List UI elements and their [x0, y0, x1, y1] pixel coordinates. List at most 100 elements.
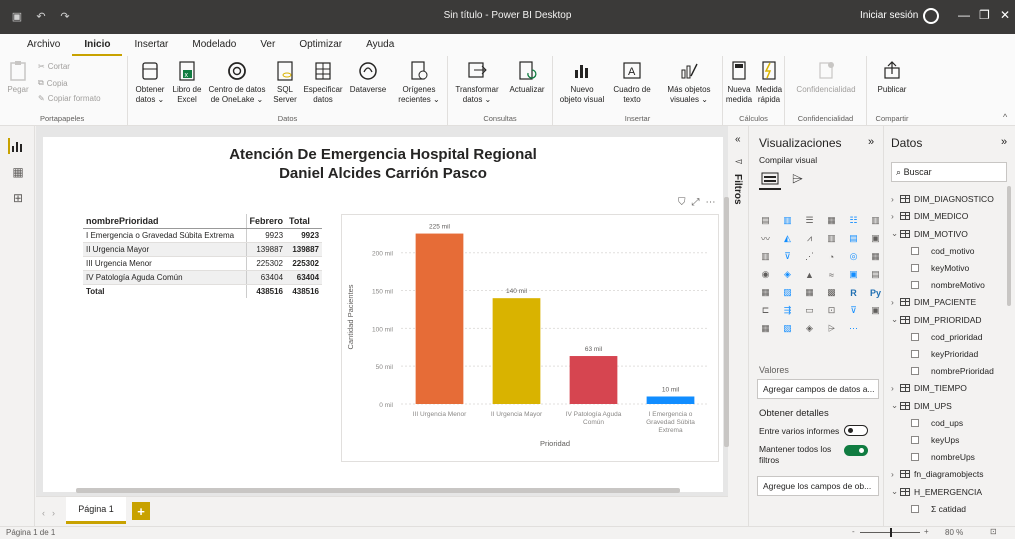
table-visual-icon[interactable]: ▩	[823, 285, 840, 300]
more-options-icon[interactable]: ⋯	[706, 197, 716, 208]
table-row[interactable]: IV Patología Aguda Común 63404 63404	[83, 270, 323, 285]
canvas-horizontal-scrollbar[interactable]	[76, 488, 680, 493]
mas-objetos-visuales-button[interactable]: Más objetos visuales ⌄	[659, 60, 719, 105]
fit-page-icon[interactable]: ⊡	[990, 527, 997, 536]
zoom-out-icon[interactable]: -	[852, 527, 855, 536]
collapse-ribbon-icon[interactable]: ^	[1003, 112, 1007, 122]
funnel-visual-icon[interactable]: ⊽	[779, 249, 796, 264]
libro-excel-button[interactable]: x Libro de Excel	[170, 60, 204, 105]
medida-rapida-button[interactable]: Medida rápida	[755, 60, 783, 105]
values-field-well[interactable]: Agregar campos de datos a...	[757, 379, 879, 399]
chevron-down-icon[interactable]: ⌄	[891, 314, 898, 325]
collapse-data-icon[interactable]: »	[1001, 136, 1007, 148]
azure-map-visual-icon[interactable]: ▲	[801, 267, 818, 282]
chevron-right-icon[interactable]: ›	[891, 469, 898, 479]
cortar-button[interactable]: ✂ Cortar	[38, 62, 70, 71]
donut-visual-icon[interactable]: ◎	[845, 249, 862, 264]
clustered-column-visual-icon[interactable]: ▦	[823, 213, 840, 228]
actualizar-button[interactable]: Actualizar	[504, 60, 550, 95]
table-node[interactable]: › fn_diagramobjects	[891, 469, 983, 479]
field-node[interactable]: Σ catidad	[911, 504, 966, 514]
origenes-recientes-button[interactable]: Orígenes recientes ⌄	[394, 60, 444, 105]
format-visual-tab[interactable]: ⌲	[792, 170, 803, 187]
onelake-button[interactable]: Centro de datos de OneLake ⌄	[208, 60, 266, 105]
tab-ver[interactable]: Ver	[248, 34, 287, 56]
field-checkbox[interactable]	[911, 332, 919, 341]
tab-archivo[interactable]: Archivo	[15, 34, 72, 56]
stacked-area-visual-icon[interactable]: ⩘	[801, 231, 818, 246]
chevron-right-icon[interactable]: ›	[891, 194, 898, 204]
add-page-button[interactable]: +	[132, 502, 150, 520]
tab-ayuda[interactable]: Ayuda	[354, 34, 406, 56]
field-node[interactable]: nombrePrioridad	[911, 366, 994, 376]
filters-pane-collapsed[interactable]: « ◅ Filtros	[729, 126, 749, 526]
obtener-datos-button[interactable]: Obtener datos ⌄	[133, 60, 167, 105]
field-node[interactable]: cod_prioridad	[911, 332, 983, 342]
zoom-in-icon[interactable]: +	[924, 527, 929, 536]
field-checkbox[interactable]	[911, 435, 919, 444]
field-node[interactable]: keyUps	[911, 435, 959, 445]
field-checkbox[interactable]	[911, 349, 919, 358]
dataverse-button[interactable]: Dataverse	[346, 60, 390, 95]
restore-icon[interactable]: ❐	[979, 8, 990, 22]
chevron-down-icon[interactable]: ⌄	[891, 400, 898, 411]
close-icon[interactable]: ✕	[1000, 8, 1010, 22]
data-scrollbar[interactable]	[1007, 186, 1011, 306]
clustered-bar-visual-icon[interactable]: ☰	[801, 213, 818, 228]
sql-server-button[interactable]: SQL Server	[270, 60, 300, 105]
gauge-visual-icon[interactable]: ▣	[845, 267, 862, 282]
matrix-header[interactable]: Febrero	[246, 214, 287, 229]
100-bar-visual-icon[interactable]: ☷	[845, 213, 862, 228]
especificar-datos-button[interactable]: Especificar datos	[303, 60, 343, 105]
report-page[interactable]: Atención De Emergencia Hospital Regional…	[43, 137, 729, 492]
table-node[interactable]: ⌄ DIM_UPS	[891, 400, 952, 411]
decomposition-visual-icon[interactable]: ⇶	[779, 303, 796, 318]
keep-filters-toggle[interactable]	[844, 445, 868, 456]
table-node[interactable]: ⌄ DIM_MOTIVO	[891, 228, 968, 239]
key-influencers-visual-icon[interactable]: ⊏	[757, 303, 774, 318]
data-search-input[interactable]: ⌕ Buscar	[891, 162, 1007, 182]
tab-insertar[interactable]: Insertar	[122, 34, 180, 56]
tab-optimizar[interactable]: Optimizar	[287, 34, 354, 56]
field-checkbox[interactable]	[911, 367, 919, 375]
multi-card-visual-icon[interactable]: ▦	[757, 285, 774, 300]
field-node[interactable]: cod_motivo	[911, 246, 974, 256]
chevron-right-icon[interactable]: ›	[891, 297, 898, 307]
chevron-right-icon[interactable]: ›	[891, 211, 898, 221]
field-node[interactable]: nombreMotivo	[911, 280, 985, 290]
bar-chart[interactable]: 0 mil 50 mil 100 mil 150 mil 200 mil Cantidad…	[341, 214, 719, 462]
table-node[interactable]: › DIM_DIAGNOSTICO	[891, 194, 994, 204]
field-node[interactable]: nombreUps	[911, 452, 975, 462]
chevron-down-icon[interactable]: ⌄	[891, 486, 898, 497]
ribbon-visual-icon[interactable]: ▣	[867, 231, 884, 246]
area-visual-icon[interactable]: ◭	[779, 231, 796, 246]
card-visual-icon[interactable]: ▤	[867, 267, 884, 282]
qa-visual-icon[interactable]: ▭	[801, 303, 818, 318]
table-node[interactable]: ⌄ H_EMERGENCIA	[891, 486, 982, 497]
avatar-icon[interactable]	[923, 8, 939, 24]
nuevo-objeto-visual-button[interactable]: Nuevo objeto visual	[559, 60, 605, 105]
cross-report-toggle[interactable]	[844, 425, 868, 436]
table-row[interactable]: I Emergencia o Gravedad Súbita Extrema 9…	[83, 228, 323, 243]
tab-modelado[interactable]: Modelado	[180, 34, 248, 56]
scatter-visual-icon[interactable]: ⋰	[801, 249, 818, 264]
field-checkbox[interactable]	[911, 263, 919, 272]
stacked-column-visual-icon[interactable]: ▥	[779, 213, 796, 228]
model-view-icon[interactable]: ⊞	[10, 190, 26, 206]
field-checkbox[interactable]	[911, 453, 919, 461]
filled-map-visual-icon[interactable]: ◈	[779, 267, 796, 282]
pie-visual-icon[interactable]: ◔	[823, 249, 840, 264]
build-visual-tab[interactable]	[759, 168, 781, 190]
field-node[interactable]: cod_ups	[911, 418, 963, 428]
slicer-visual-icon[interactable]: ▦	[801, 285, 818, 300]
table-view-icon[interactable]: ▦	[10, 164, 26, 180]
transformar-datos-button[interactable]: Transformar datos ⌄	[454, 60, 500, 105]
prev-page-icon[interactable]: ‹	[42, 508, 45, 518]
pegar-button[interactable]: Pegar	[6, 60, 30, 95]
total-row[interactable]: Total 438516 438516	[83, 284, 323, 298]
copiar-formato-button[interactable]: ✎ Copiar formato	[38, 94, 101, 103]
drillthrough-field-well[interactable]: Agregue los campos de ob...	[757, 476, 879, 496]
chevron-right-icon[interactable]: ›	[891, 383, 898, 393]
goals-visual-icon[interactable]: ⊽	[845, 303, 862, 318]
nueva-medida-button[interactable]: Nueva medida	[725, 60, 753, 105]
